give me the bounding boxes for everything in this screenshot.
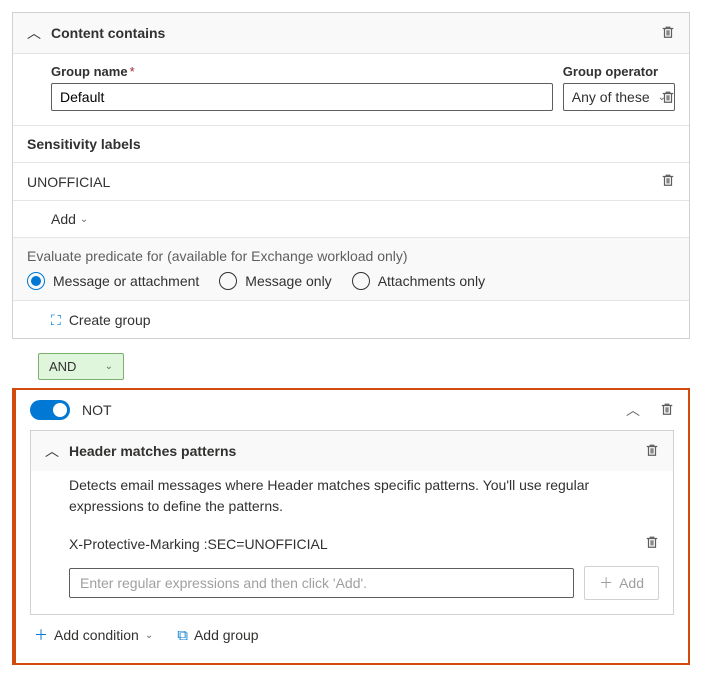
group-name-label: Group name* [51, 64, 553, 79]
pattern-value: X-Protective-Marking :SEC=UNOFFICIAL [45, 536, 645, 552]
content-contains-title: Content contains [51, 25, 661, 41]
header-matches-title: Header matches patterns [69, 443, 645, 459]
collapse-icon[interactable]: ︿ [45, 441, 59, 461]
chevron-down-icon: ⌄ [105, 361, 113, 372]
group-operator-value: Any of these [572, 89, 650, 105]
header-matches-header: ︿ Header matches patterns [31, 431, 673, 471]
radio-label: Attachments only [378, 273, 485, 289]
plus-icon: ＋ [34, 625, 48, 645]
radio-label: Message or attachment [53, 273, 199, 289]
not-container: NOT ︿ ︿ Header matches patterns Detects … [12, 388, 690, 665]
delete-content-contains-icon[interactable] [661, 25, 675, 42]
pattern-row: X-Protective-Marking :SEC=UNOFFICIAL [31, 529, 673, 558]
pattern-input[interactable] [69, 568, 574, 598]
collapse-icon[interactable]: ︿ [626, 400, 640, 420]
group-operator-field: Group operator Any of these ⌄ [563, 64, 675, 111]
chevron-down-icon: ⌄ [145, 630, 153, 641]
delete-header-matches-icon[interactable] [645, 443, 659, 460]
predicate-hint: Evaluate predicate for (available for Ex… [27, 248, 675, 264]
create-group-row: ⛶ Create group [13, 300, 689, 338]
group-icon: ⧉ [177, 627, 188, 644]
radio-icon [219, 272, 237, 290]
group-config-row: Group name* Group operator Any of these … [13, 53, 689, 125]
radio-attachments-only[interactable]: Attachments only [352, 272, 485, 290]
create-group-icon: ⛶ [51, 312, 61, 329]
delete-group-icon[interactable] [661, 90, 675, 107]
add-group-label: Add group [194, 627, 259, 643]
add-sensitivity-label: Add [51, 211, 76, 227]
delete-sensitivity-label-icon[interactable] [661, 173, 675, 190]
add-group-button[interactable]: ⧉ Add group [177, 627, 258, 644]
group-name-input[interactable] [51, 83, 553, 111]
sensitivity-labels-header: Sensitivity labels [13, 125, 689, 162]
content-contains-card: ︿ Content contains Group name* Group ope… [12, 12, 690, 339]
create-group-button[interactable]: Create group [69, 312, 151, 328]
sensitivity-label-value: UNOFFICIAL [27, 174, 661, 190]
add-sensitivity-button[interactable]: Add ⌄ [51, 211, 88, 227]
radio-message-only[interactable]: Message only [219, 272, 331, 290]
not-toggle[interactable] [30, 400, 70, 420]
not-actions: ＋ Add condition ⌄ ⧉ Add group [30, 615, 674, 649]
boolean-connector-pill[interactable]: AND ⌄ [38, 353, 124, 380]
plus-icon: ＋ [599, 573, 613, 593]
add-pattern-row: ＋ Add [31, 558, 673, 614]
radio-icon [27, 272, 45, 290]
group-name-field: Group name* [51, 64, 553, 111]
predicate-section: Evaluate predicate for (available for Ex… [13, 237, 689, 300]
delete-not-icon[interactable] [660, 402, 674, 419]
add-pattern-button[interactable]: ＋ Add [584, 566, 659, 600]
add-pattern-label: Add [619, 575, 644, 591]
boolean-connector-label: AND [49, 359, 76, 374]
header-matches-card: ︿ Header matches patterns Detects email … [30, 430, 674, 615]
group-operator-label: Group operator [563, 64, 675, 79]
radio-icon [352, 272, 370, 290]
add-sensitivity-row: Add ⌄ [13, 200, 689, 237]
group-operator-select[interactable]: Any of these ⌄ [563, 83, 675, 111]
content-contains-header: ︿ Content contains [13, 13, 689, 53]
boolean-connector-row: AND ⌄ [12, 345, 690, 388]
add-condition-label: Add condition [54, 627, 139, 643]
radio-label: Message only [245, 273, 331, 289]
radio-message-or-attachment[interactable]: Message or attachment [27, 272, 199, 290]
not-label: NOT [82, 402, 614, 418]
chevron-down-icon: ⌄ [80, 214, 88, 225]
collapse-icon[interactable]: ︿ [27, 23, 41, 43]
sensitivity-label-row: UNOFFICIAL [13, 162, 689, 200]
add-condition-button[interactable]: ＋ Add condition ⌄ [34, 625, 153, 645]
not-header: NOT ︿ [30, 400, 674, 420]
delete-pattern-icon[interactable] [645, 535, 659, 552]
predicate-radio-group: Message or attachment Message only Attac… [27, 272, 675, 290]
header-matches-description: Detects email messages where Header matc… [31, 471, 673, 529]
